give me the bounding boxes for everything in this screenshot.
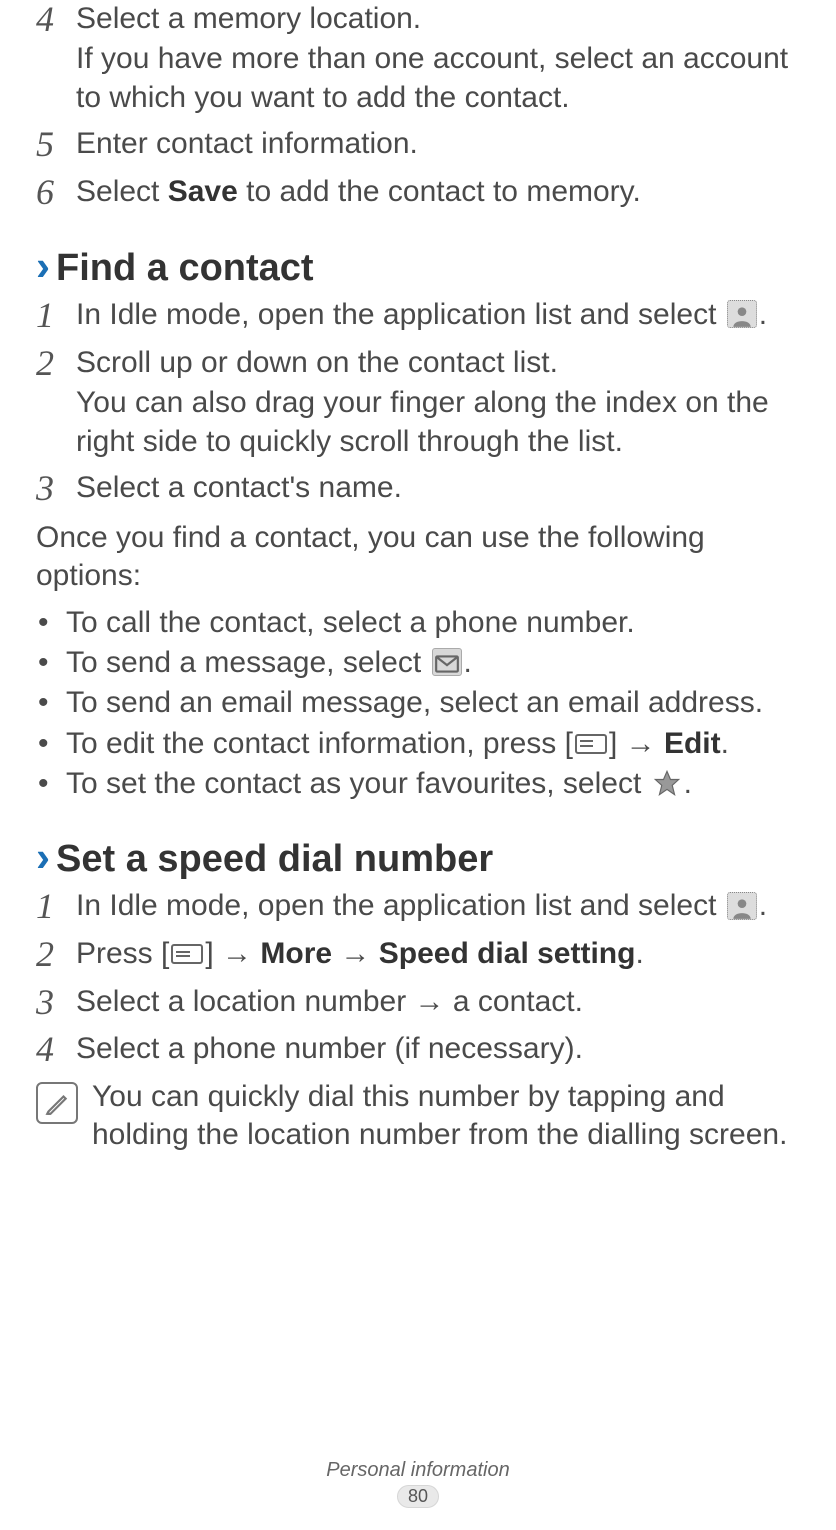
step-number: 2 (36, 935, 76, 975)
page-content: 4 Select a memory location. If you have … (36, 0, 800, 1155)
step-number: 1 (36, 296, 76, 336)
contacts-icon (727, 892, 757, 920)
bullet-text-pre: To set the contact as your favourites, s… (66, 767, 650, 800)
menu-icon (171, 944, 203, 964)
menu-icon (575, 734, 607, 754)
step-bold2: Speed dial setting (379, 937, 636, 970)
bullet-text: To send an email message, select an emai… (66, 684, 800, 722)
step-number: 2 (36, 344, 76, 384)
step-text: Scroll up or down on the contact list. (76, 344, 800, 382)
step-body: Enter contact information. (76, 125, 800, 163)
step-body: Select a contact's name. (76, 469, 800, 507)
bullet-text-pre: To edit the contact information, press [ (66, 727, 573, 760)
step-number: 6 (36, 173, 76, 213)
heading-caret-icon: › (36, 242, 50, 290)
step-item: 2 Press [ ] → More → Speed dial setting. (36, 935, 800, 975)
step-text-post: . (759, 298, 767, 331)
bullet-text: To call the contact, select a phone numb… (66, 604, 800, 642)
step-number: 3 (36, 469, 76, 509)
step-subtext: You can also drag your finger along the … (76, 384, 800, 461)
message-icon (432, 648, 462, 676)
bullet-item: • To set the contact as your favourites,… (36, 765, 800, 803)
step-body: In Idle mode, open the application list … (76, 887, 800, 925)
step-number: 1 (36, 887, 76, 927)
step-text-mid: ] → (205, 937, 260, 970)
section-heading-find: › Find a contact (36, 242, 800, 290)
bullet-marker: • (36, 765, 66, 803)
step-text-post: to add the contact to memory. (238, 175, 641, 208)
bullet-text-post: . (721, 727, 729, 760)
step-item: 4 Select a phone number (if necessary). (36, 1030, 800, 1070)
bullet-text-mid: ] → (609, 727, 664, 760)
step-item: 2 Scroll up or down on the contact list.… (36, 344, 800, 461)
step-number: 3 (36, 983, 76, 1023)
step-item: 6 Select Save to add the contact to memo… (36, 173, 800, 213)
heading-text: Set a speed dial number (56, 838, 493, 881)
note-box: You can quickly dial this number by tapp… (36, 1078, 800, 1155)
bullet-body: To edit the contact information, press [… (66, 725, 800, 763)
step-item: 3 Select a location number → a contact. (36, 983, 800, 1023)
step-text-pre: Select (76, 175, 168, 208)
step-arrow: → (332, 937, 379, 970)
step-body: Select a memory location. If you have mo… (76, 0, 800, 117)
bullet-item: • To call the contact, select a phone nu… (36, 604, 800, 642)
step-number: 4 (36, 0, 76, 40)
step-text: Select a location number → a contact. (76, 985, 583, 1018)
bullet-bold: Edit (664, 727, 721, 760)
step-body: Press [ ] → More → Speed dial setting. (76, 935, 800, 973)
step-text: Select a memory location. (76, 0, 800, 38)
heading-text: Find a contact (56, 247, 314, 290)
step-text: Select a phone number (if necessary). (76, 1032, 583, 1065)
bullet-body: To send a message, select . (66, 644, 800, 682)
step-text-bold: Save (168, 175, 238, 208)
heading-caret-icon: › (36, 833, 50, 881)
step-text-post: . (635, 937, 643, 970)
footer-title: Personal information (0, 1459, 836, 1482)
step-body: In Idle mode, open the application list … (76, 296, 800, 334)
step-text: Select a contact's name. (76, 471, 402, 504)
section-heading-speed: › Set a speed dial number (36, 833, 800, 881)
step-body: Select Save to add the contact to memory… (76, 173, 800, 211)
bullet-body: To set the contact as your favourites, s… (66, 765, 800, 803)
bullet-marker: • (36, 604, 66, 642)
footer-page-number: 80 (397, 1485, 439, 1508)
bullet-marker: • (36, 684, 66, 722)
page-footer: Personal information 80 (0, 1459, 836, 1508)
step-body: Select a location number → a contact. (76, 983, 800, 1021)
step-text-pre: Press [ (76, 937, 169, 970)
step-item: 1 In Idle mode, open the application lis… (36, 296, 800, 336)
step-number: 5 (36, 125, 76, 165)
bullet-item: • To send a message, select . (36, 644, 800, 682)
step-subtext: If you have more than one account, selec… (76, 40, 800, 117)
bullet-text-post: . (684, 767, 692, 800)
step-item: 3 Select a contact's name. (36, 469, 800, 509)
bullet-item: • To edit the contact information, press… (36, 725, 800, 763)
step-text-pre: In Idle mode, open the application list … (76, 889, 725, 922)
contacts-icon (727, 300, 757, 328)
step-text-post: . (759, 889, 767, 922)
step-item: 4 Select a memory location. If you have … (36, 0, 800, 117)
star-icon (652, 769, 682, 797)
bullet-item: • To send an email message, select an em… (36, 684, 800, 722)
step-body: Select a phone number (if necessary). (76, 1030, 800, 1068)
step-bold1: More (260, 937, 332, 970)
step-body: Scroll up or down on the contact list. Y… (76, 344, 800, 461)
step-item: 1 In Idle mode, open the application lis… (36, 887, 800, 927)
note-icon (36, 1082, 78, 1124)
bullet-text-pre: To send a message, select (66, 646, 430, 679)
step-text: Enter contact information. (76, 127, 418, 160)
step-item: 5 Enter contact information. (36, 125, 800, 165)
bullet-marker: • (36, 725, 66, 763)
options-intro: Once you find a contact, you can use the… (36, 519, 800, 596)
bullet-marker: • (36, 644, 66, 682)
step-number: 4 (36, 1030, 76, 1070)
step-text-pre: In Idle mode, open the application list … (76, 298, 725, 331)
note-text: You can quickly dial this number by tapp… (92, 1078, 800, 1155)
bullet-text-post: . (464, 646, 472, 679)
